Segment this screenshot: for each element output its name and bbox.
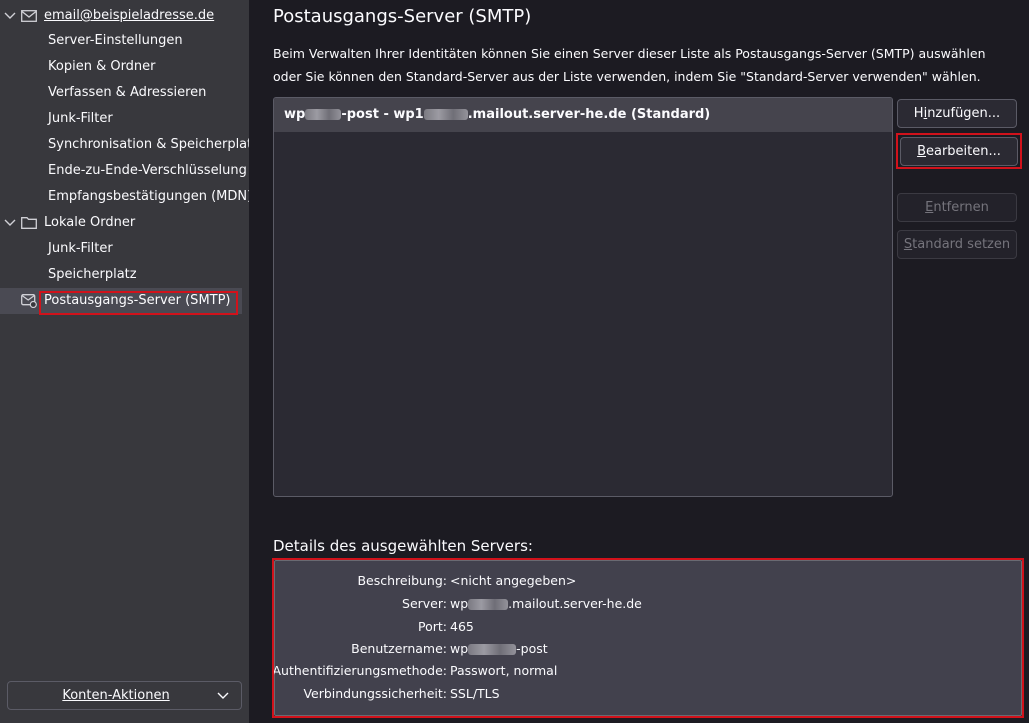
chevron-down-icon[interactable] xyxy=(4,217,16,229)
tree-item-server-settings[interactable]: Server-Einstellungen xyxy=(0,28,242,54)
redacted-blur xyxy=(305,109,342,120)
redacted-blur xyxy=(423,109,468,120)
tree-item-label: Server-Einstellungen xyxy=(48,33,183,48)
tree-item-local-folders[interactable]: Lokale Ordner xyxy=(0,210,242,236)
tree-item-composition[interactable]: Verfassen & Adressieren xyxy=(0,80,242,106)
outgoing-server-icon xyxy=(21,294,37,308)
tree-item-copies-folders[interactable]: Kopien & Ordner xyxy=(0,54,242,80)
highlight-outline xyxy=(896,133,1022,169)
tree-item-label: Junk-Filter xyxy=(48,111,113,126)
account-actions-label: Konten-Aktionen xyxy=(62,688,170,703)
set-default-button[interactable]: Standard setzen xyxy=(897,230,1017,259)
smtp-settings-pane: Postausgangs-Server (SMTP) Beim Verwalte… xyxy=(249,0,1029,723)
tree-item-label: Kopien & Ordner xyxy=(48,59,156,74)
button-label: nzufügen... xyxy=(927,106,1001,121)
tree-item-label: Verfassen & Adressieren xyxy=(48,85,207,100)
folder-icon xyxy=(21,217,37,229)
tree-item-return-receipts[interactable]: Empfangsbestätigungen (MDN) xyxy=(0,184,252,210)
page-title: Postausgangs-Server (SMTP) xyxy=(273,6,532,27)
chevron-down-icon[interactable] xyxy=(4,10,16,22)
tree-item-junk-filter[interactable]: Junk-Filter xyxy=(0,106,242,132)
access-key: S xyxy=(903,237,913,252)
chevron-down-icon xyxy=(217,692,229,699)
tree-item-label: Synchronisation & Speicherplatz xyxy=(48,137,260,152)
mail-account-icon xyxy=(21,10,37,22)
server-row-text: .mailout.server-he.de (Standard) xyxy=(467,107,711,122)
tree-item-account[interactable]: email@beispieladresse.de xyxy=(0,3,242,29)
server-row-text: wp xyxy=(284,107,306,122)
tree-item-sync-storage[interactable]: Synchronisation & Speicherplatz xyxy=(0,132,259,158)
button-label: tandard setzen xyxy=(912,237,1011,252)
highlight-outline xyxy=(39,291,238,315)
tree-item-local-junk-filter[interactable]: Junk-Filter xyxy=(0,236,242,262)
account-actions-button[interactable]: Konten-Aktionen xyxy=(7,681,242,710)
account-sidebar: email@beispieladresse.de Server-Einstell… xyxy=(0,0,259,723)
page-description: Beim Verwalten Ihrer Identitäten können … xyxy=(273,46,986,84)
smtp-server-list[interactable]: wp -post - wp1 .mailout.server-he.de (Stan… xyxy=(273,97,893,497)
list-item[interactable]: wp -post - wp1 .mailout.server-he.de (Stan… xyxy=(274,98,892,132)
details-heading: Details des ausgewählten Servers: xyxy=(273,537,533,555)
local-folders-label: Lokale Ordner xyxy=(44,215,136,230)
remove-server-button[interactable]: Entfernen xyxy=(897,193,1017,222)
tree-item-label: Ende-zu-Ende-Verschlüsselung xyxy=(48,163,247,178)
highlight-outline xyxy=(272,558,1024,718)
tree-item-label: Speicherplatz xyxy=(48,267,137,282)
tree-item-label: Junk-Filter xyxy=(48,241,113,256)
tree-item-label: Empfangsbestätigungen (MDN) xyxy=(48,189,253,204)
button-label: ntfernen xyxy=(933,200,989,215)
account-label: email@beispieladresse.de xyxy=(44,8,215,23)
server-row-text: -post - wp1 xyxy=(341,107,424,122)
button-label: H xyxy=(913,106,924,121)
tree-item-local-storage[interactable]: Speicherplatz xyxy=(0,262,242,288)
add-server-button[interactable]: Hinzufügen... xyxy=(897,99,1017,128)
tree-item-e2e-encryption[interactable]: Ende-zu-Ende-Verschlüsselung xyxy=(0,158,247,184)
